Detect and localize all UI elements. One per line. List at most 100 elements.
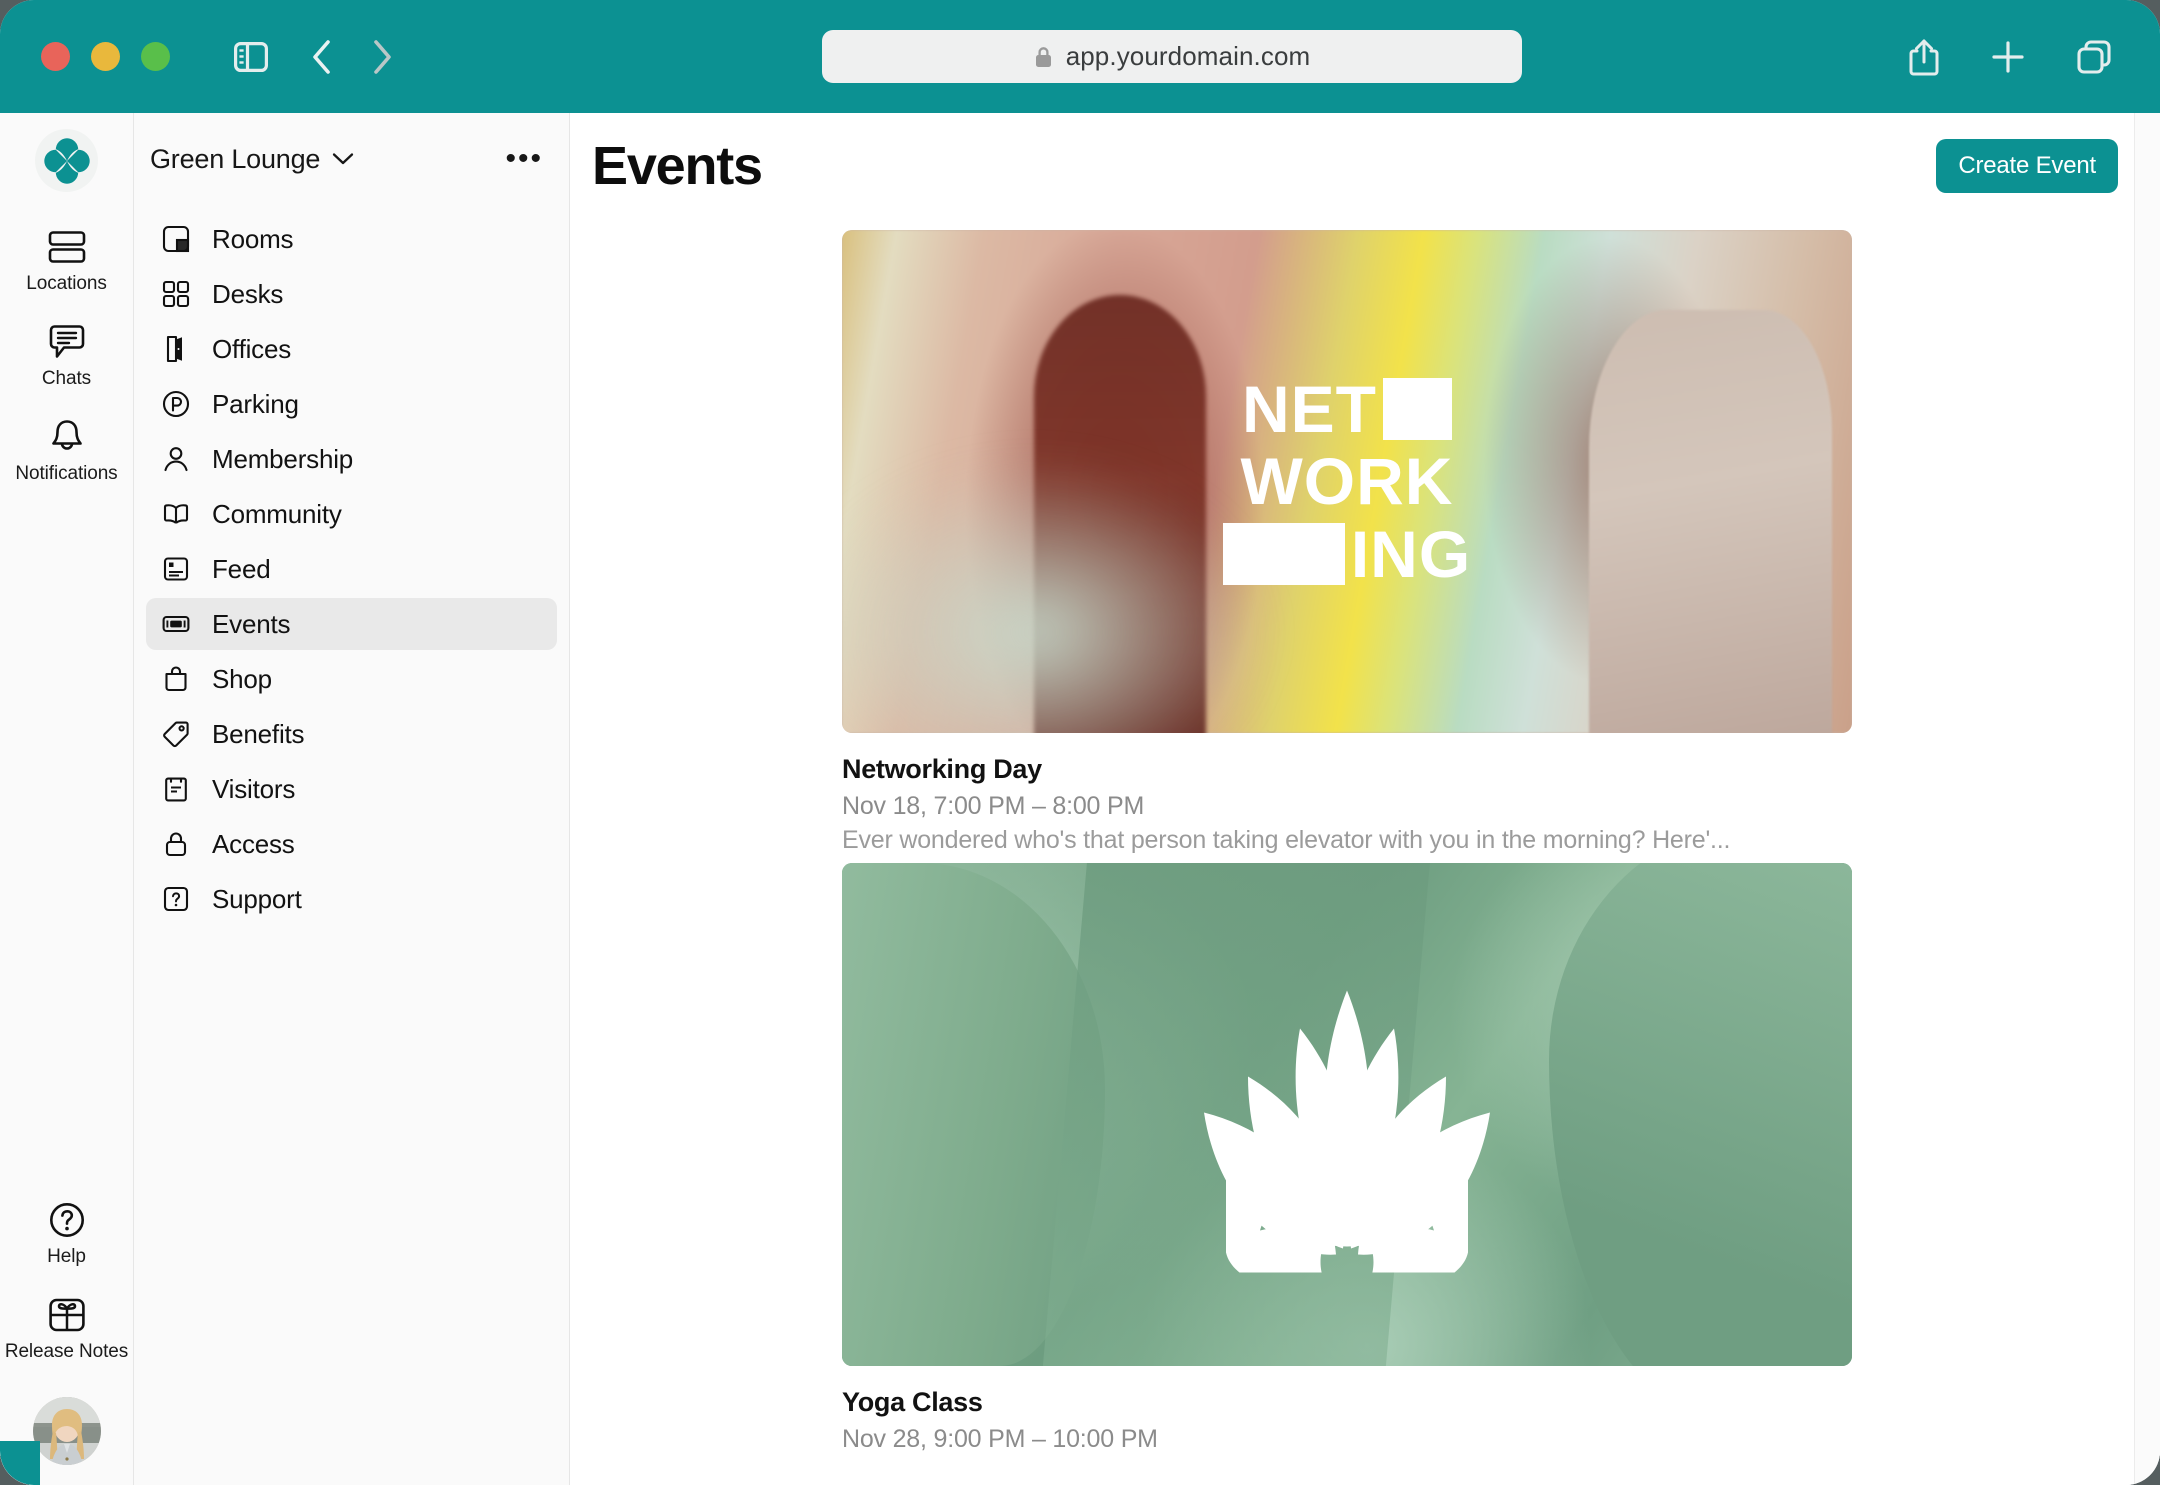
illustration-shape-right: [1549, 863, 1852, 1366]
sidebar-item-label: Desks: [212, 278, 284, 309]
events-scroll-region[interactable]: NET WORK ING Networking Day Nov 18, 7:00…: [570, 218, 2134, 1485]
rail-item-help[interactable]: Help: [0, 1199, 133, 1268]
sidebar-item-label: Rooms: [212, 223, 294, 254]
user-avatar[interactable]: [32, 1397, 101, 1465]
sidebar-item-shop[interactable]: Shop: [146, 653, 557, 705]
ellipsis-icon[interactable]: •••: [505, 144, 543, 174]
chat-bubble-icon: [48, 321, 86, 363]
event-time: Nov 18, 7:00 PM – 8:00 PM: [842, 792, 1145, 820]
wordmark-text: ING: [1350, 516, 1472, 591]
sidebar-item-label: Visitors: [212, 773, 296, 804]
wordmark-text: WORK: [1240, 444, 1454, 519]
sidebar-item-events[interactable]: Events: [146, 598, 557, 650]
sidebar-item-access[interactable]: Access: [146, 818, 557, 870]
open-book-icon: [162, 500, 196, 528]
wordmark-block: [1383, 377, 1452, 440]
rail-item-label: Help: [47, 1246, 86, 1267]
networking-photo: NET WORK ING: [842, 230, 1852, 733]
chevron-right-icon[interactable]: [370, 39, 394, 75]
wordmark-line-2: WORK: [1240, 444, 1454, 519]
wordmark-line-3: ING: [1222, 516, 1472, 591]
sidebar-item-visitors[interactable]: Visitors: [146, 763, 557, 815]
sidebar-item-label: Shop: [212, 663, 272, 694]
url-text: app.yourdomain.com: [1065, 41, 1311, 71]
page-title: Events: [592, 135, 763, 196]
window-traffic-lights: [41, 42, 170, 71]
sidebar-item-label: Events: [212, 608, 291, 639]
bell-icon: [49, 416, 85, 458]
close-window-button[interactable]: [41, 42, 70, 71]
address-bar[interactable]: app.yourdomain.com: [822, 30, 1522, 83]
sidebar-item-label: Offices: [212, 333, 292, 364]
grid-squares-icon: [162, 280, 196, 308]
plus-icon[interactable]: [1990, 39, 2026, 75]
room-layout-icon: [162, 225, 196, 253]
wordmark-text: NET: [1242, 371, 1377, 446]
event-card-yoga-class[interactable]: Yoga Class Nov 28, 9:00 PM – 10:00 PM: [842, 863, 1862, 1454]
chevron-left-icon[interactable]: [310, 39, 334, 75]
rail-item-label: Locations: [26, 273, 107, 294]
sidebar-item-label: Community: [212, 498, 342, 529]
sidebar-item-membership[interactable]: Membership: [146, 433, 557, 485]
sidebar-item-benefits[interactable]: Benefits: [146, 708, 557, 760]
lock-icon: [162, 830, 196, 858]
sidebar-item-label: Support: [212, 883, 302, 914]
minimize-window-button[interactable]: [91, 42, 120, 71]
person-icon: [162, 445, 196, 473]
rail-item-label: Notifications: [15, 463, 118, 484]
stacked-panels-icon: [48, 226, 86, 268]
quatrefoil-logo[interactable]: [35, 129, 98, 192]
content-scrollbar[interactable]: [2134, 113, 2160, 1485]
sidebar-item-parking[interactable]: Parking: [146, 378, 557, 430]
content-header: Events Create Event: [570, 113, 2160, 218]
sidebar-toggle-icon[interactable]: [234, 41, 268, 72]
sidebar-item-desks[interactable]: Desks: [146, 268, 557, 320]
event-card-networking-day[interactable]: NET WORK ING Networking Day Nov 18, 7:00…: [842, 230, 1862, 855]
workspace-name: Green Lounge: [150, 143, 321, 174]
workspace-switcher[interactable]: Green Lounge •••: [134, 131, 569, 187]
lotus-flower-icon: [1182, 972, 1512, 1294]
nav-list: Rooms Desks Offices Parking Membership C…: [134, 213, 569, 925]
create-event-button[interactable]: Create Event: [1936, 138, 2118, 193]
ticket-icon: [162, 610, 196, 638]
nav-sidebar: Green Lounge ••• Rooms Desks Offices Par…: [134, 113, 570, 1485]
app-body: Locations Chats Notifications Help Relea…: [0, 113, 2160, 1485]
browser-window: app.yourdomain.com Locations Chats Notif…: [0, 0, 2160, 1485]
sidebar-item-feed[interactable]: Feed: [146, 543, 557, 595]
sidebar-item-label: Benefits: [212, 718, 305, 749]
events-list: NET WORK ING Networking Day Nov 18, 7:00…: [842, 218, 1862, 1454]
chevron-down-icon: [332, 152, 354, 166]
rail-item-notifications[interactable]: Notifications: [0, 416, 133, 485]
tabs-overview-icon[interactable]: [2074, 37, 2114, 77]
help-square-icon: [162, 885, 196, 913]
sidebar-item-rooms[interactable]: Rooms: [146, 213, 557, 265]
share-icon[interactable]: [1906, 37, 1942, 77]
wordmark-block: [1222, 523, 1345, 586]
rail-item-chats[interactable]: Chats: [0, 321, 133, 390]
sidebar-item-community[interactable]: Community: [146, 488, 557, 540]
event-title: Yoga Class: [842, 1387, 983, 1417]
rail-item-release-notes[interactable]: Release Notes: [0, 1294, 133, 1363]
event-time: Nov 28, 9:00 PM – 10:00 PM: [842, 1425, 1158, 1453]
gift-icon: [48, 1294, 86, 1336]
article-card-icon: [162, 555, 196, 583]
sidebar-item-offices[interactable]: Offices: [146, 323, 557, 375]
rail-item-label: Chats: [41, 368, 92, 389]
price-tag-icon: [162, 720, 196, 748]
sidebar-item-support[interactable]: Support: [146, 873, 557, 925]
rail-item-locations[interactable]: Locations: [0, 226, 133, 295]
clipboard-icon: [162, 775, 196, 803]
browser-toolbar: app.yourdomain.com: [0, 0, 2160, 113]
rail-item-label: Release Notes: [4, 1341, 129, 1362]
rail-primary-items: Locations Chats Notifications: [0, 226, 133, 511]
event-title: Networking Day: [842, 754, 1042, 784]
networking-wordmark: NET WORK ING: [842, 376, 1852, 591]
sidebar-item-label: Membership: [212, 443, 354, 474]
maximize-window-button[interactable]: [141, 42, 170, 71]
shopping-bag-icon: [162, 665, 196, 693]
wordmark-line-1: NET: [1242, 376, 1452, 441]
sidebar-item-label: Feed: [212, 553, 271, 584]
open-door-icon: [162, 335, 196, 363]
parking-p-icon: [162, 390, 196, 418]
icon-rail: Locations Chats Notifications Help Relea…: [0, 113, 134, 1485]
